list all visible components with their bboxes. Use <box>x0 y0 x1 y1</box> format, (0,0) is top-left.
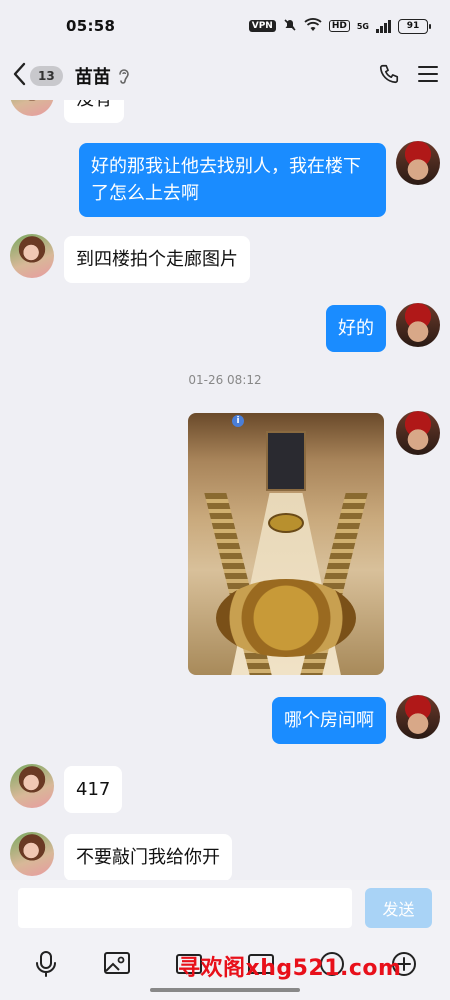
wifi-icon <box>304 17 322 35</box>
message-bubble[interactable]: 417 <box>64 766 123 813</box>
gallery-icon[interactable] <box>100 947 134 981</box>
my-avatar[interactable] <box>396 695 440 739</box>
hd-badge: HD <box>328 20 350 32</box>
battery-icon: 91 <box>398 18 431 34</box>
my-avatar[interactable] <box>396 141 440 185</box>
input-bar: 发送 <box>0 880 450 938</box>
my-avatar[interactable] <box>396 411 440 455</box>
photo-medallion <box>216 579 356 657</box>
message-bubble[interactable]: 不要敲门我给你开 <box>64 834 232 880</box>
vpn-badge: VPN <box>248 20 276 32</box>
message-bubble[interactable]: 到四楼拍个走廊图片 <box>64 236 250 283</box>
signal-icon <box>376 19 391 33</box>
message-timestamp: 01-26 08:12 <box>188 373 262 387</box>
microphone-icon[interactable] <box>29 947 63 981</box>
photo-medallion <box>268 513 304 533</box>
network-label: 5G <box>356 21 369 31</box>
message-list[interactable]: 没有 好的那我让他去找别人，我在楼下了怎么上去啊 到四楼拍个走廊图片 好的 01… <box>0 100 450 880</box>
chat-header: 13 苗苗 <box>0 52 450 100</box>
menu-icon[interactable] <box>418 65 438 87</box>
my-avatar[interactable] <box>396 303 440 347</box>
message-bubble[interactable]: 好的 <box>326 305 386 352</box>
photo-message[interactable]: i <box>188 413 384 675</box>
info-icon: i <box>232 415 244 427</box>
photo-corridor <box>266 431 306 491</box>
message-bubble[interactable]: 哪个房间啊 <box>272 697 386 744</box>
message-bubble[interactable]: 好的那我让他去找别人，我在楼下了怎么上去啊 <box>79 143 386 217</box>
phone-icon[interactable] <box>378 63 400 89</box>
home-indicator[interactable] <box>150 988 300 992</box>
contact-avatar[interactable] <box>10 100 54 116</box>
watermark: 寻欢阁xhg521.com <box>178 956 402 981</box>
contact-avatar[interactable] <box>10 832 54 876</box>
contact-avatar[interactable] <box>10 764 54 808</box>
back-icon <box>12 62 26 90</box>
contact-avatar[interactable] <box>10 234 54 278</box>
unread-badge: 13 <box>30 66 63 86</box>
contact-name: 苗苗 <box>74 67 111 88</box>
status-bar: 05:58 VPN HD 5G 91 <box>0 0 450 52</box>
message-input[interactable] <box>18 888 352 928</box>
send-button[interactable]: 发送 <box>365 888 432 928</box>
ear-icon <box>117 67 131 85</box>
back-button[interactable]: 13 <box>12 62 63 90</box>
status-icons: VPN HD 5G 91 <box>248 17 431 35</box>
status-time: 05:58 <box>66 17 116 35</box>
message-bubble[interactable]: 没有 <box>64 100 124 123</box>
mute-icon <box>283 18 297 35</box>
